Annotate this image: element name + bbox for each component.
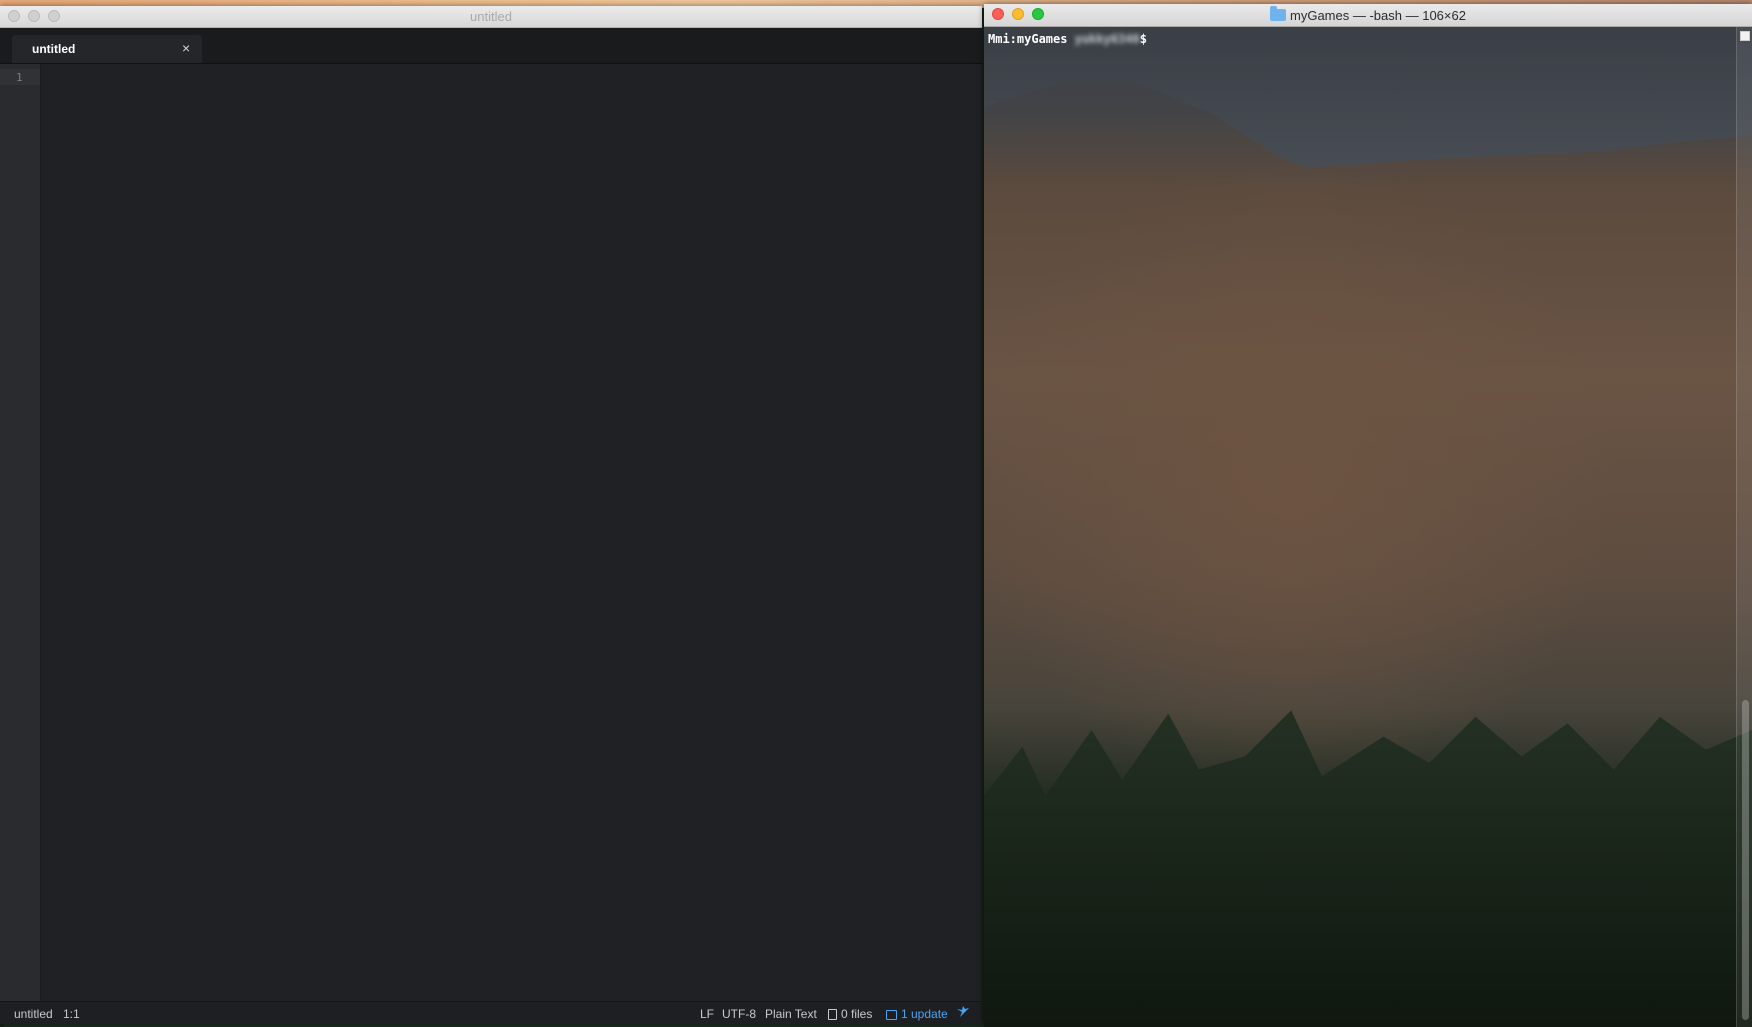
status-filename[interactable]: untitled xyxy=(14,1007,53,1021)
editor-text-area[interactable] xyxy=(41,64,982,1001)
editor-tab-bar: untitled × xyxy=(0,28,982,64)
terminal-title-text: myGames — -bash — 106×62 xyxy=(1290,8,1466,23)
status-files[interactable]: 0 files xyxy=(828,1007,872,1021)
editor-status-bar: untitled 1:1 LF UTF-8 Plain Text 0 files… xyxy=(0,1001,982,1024)
status-cursor-position[interactable]: 1:1 xyxy=(63,1007,80,1021)
terminal-window-title: myGames — -bash — 106×62 xyxy=(984,6,1752,23)
shell-prompt: Mmi:myGames yukky6340$ xyxy=(988,32,1147,46)
status-encoding[interactable]: UTF-8 xyxy=(722,1007,756,1021)
line-number-gutter: 1 xyxy=(0,64,41,1001)
editor-titlebar[interactable]: untitled xyxy=(0,6,982,28)
wallpaper-forest xyxy=(984,710,1752,1027)
tab-label: untitled xyxy=(32,42,76,56)
status-updates[interactable]: 1 update xyxy=(886,1007,948,1021)
status-line-ending[interactable]: LF xyxy=(700,1007,714,1021)
split-view-icon[interactable] xyxy=(1740,31,1750,41)
terminal-scrollbar[interactable] xyxy=(1736,27,1752,1027)
package-icon xyxy=(886,1010,897,1020)
folder-icon xyxy=(1270,6,1287,21)
prompt-user-redacted: yukky6340 xyxy=(1074,32,1140,46)
status-grammar[interactable]: Plain Text xyxy=(765,1007,817,1021)
editor-window-title: untitled xyxy=(470,9,512,24)
status-files-label: 0 files xyxy=(841,1007,873,1021)
terminal-titlebar[interactable]: myGames — -bash — 106×62 xyxy=(984,4,1752,27)
terminal-body[interactable]: Mmi:myGames yukky6340$ xyxy=(984,27,1752,1027)
tab-untitled[interactable]: untitled × xyxy=(12,35,202,63)
status-updates-label: 1 update xyxy=(901,1007,948,1021)
prompt-host: Mmi:myGames xyxy=(988,32,1075,46)
terminal-window: myGames — -bash — 106×62 Mmi:myGames yuk… xyxy=(984,4,1752,1027)
terminal-scroll-thumb[interactable] xyxy=(1742,700,1749,1020)
close-icon[interactable]: × xyxy=(182,40,190,56)
line-number: 1 xyxy=(16,71,23,84)
file-icon xyxy=(828,1009,837,1020)
wallpaper-sky xyxy=(984,27,1752,168)
bird-icon[interactable] xyxy=(956,1005,970,1019)
editor-window: untitled untitled × 1 untitled 1:1 LF UT… xyxy=(0,6,982,1024)
prompt-symbol: $ xyxy=(1139,32,1147,46)
